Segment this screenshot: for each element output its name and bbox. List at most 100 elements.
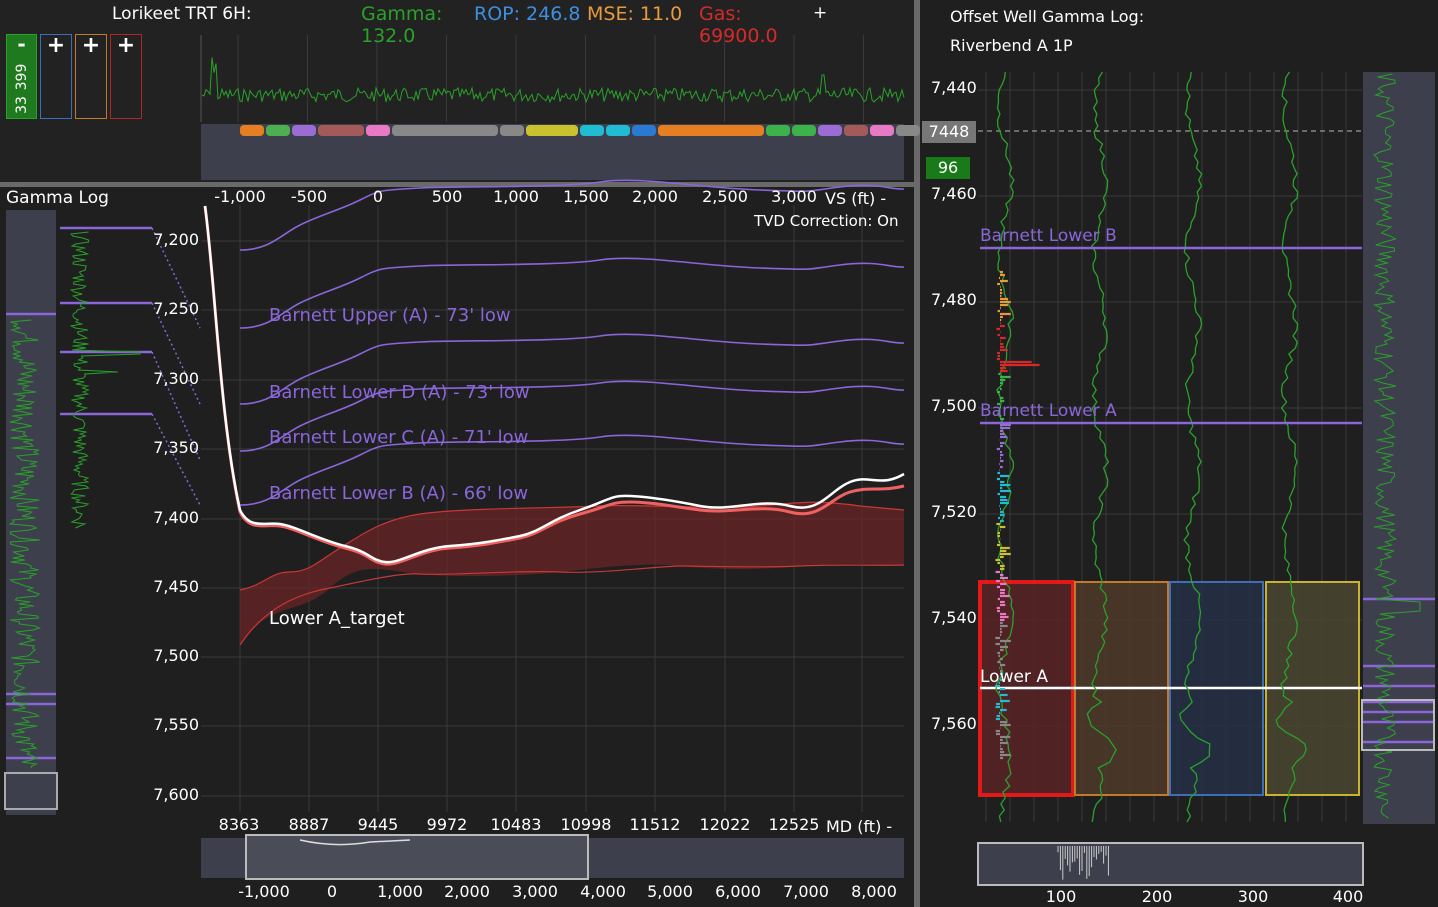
md-tick-label: 12022: [699, 815, 751, 834]
tvd-correction-status[interactable]: TVD Correction: On: [754, 212, 898, 230]
gamma-scale-box[interactable]: - 399 33: [6, 34, 37, 119]
gas-label: Gas:: [699, 3, 742, 25]
gamma-tick-label: 100: [1045, 887, 1077, 906]
cursor-gamma-badge: 96: [926, 157, 970, 179]
scrubber-tick-label: 1,000: [377, 882, 423, 901]
md-tick-label: 9445: [357, 815, 399, 834]
strip-segment: [844, 125, 868, 136]
md-tick-label: 12525: [768, 815, 820, 834]
formation-label: Barnett Lower C (A) - 71' low: [269, 427, 529, 448]
vs-tick-label: 2,000: [632, 187, 678, 206]
md-tick-label: 9972: [426, 815, 468, 834]
add-track-button-2[interactable]: +: [75, 34, 107, 119]
gamma-scale-min: 33: [14, 96, 30, 114]
vertical-splitter[interactable]: [914, 0, 920, 907]
tvd-tick-label: 7,250: [153, 299, 199, 318]
scrubber-tick-label: 2,000: [444, 882, 490, 901]
md-tick-label: 8363: [218, 815, 260, 834]
add-track-button-1[interactable]: +: [40, 34, 72, 119]
offset-depth-tick: 7,480: [931, 290, 977, 309]
strip-segment: [896, 125, 920, 136]
offset-target-label: Lower A: [980, 667, 1048, 687]
scrubber-tick-label: 5,000: [647, 882, 693, 901]
vs-tick-label: 500: [431, 187, 463, 206]
strip-segment: [792, 125, 816, 136]
md-axis-label: MD (ft) -: [826, 817, 893, 836]
offset-formation-label: Barnett Lower A: [980, 401, 1117, 421]
offset-well-name: Riverbend A 1P: [950, 36, 1073, 55]
offset-depth-tick: 7,520: [931, 502, 977, 521]
strip-segment: [526, 125, 578, 136]
scrubber-tick-label: -1,000: [238, 882, 290, 901]
strip-segment: [292, 125, 316, 136]
scrubber-tick-label: 6,000: [715, 882, 761, 901]
scrubber-tick-label: 4,000: [580, 882, 626, 901]
formation-color-strip: [240, 125, 966, 136]
gas-value: 69900.0: [699, 25, 778, 47]
add-track-button-3[interactable]: +: [110, 34, 142, 119]
scrubber-tick-label: 0: [326, 882, 338, 901]
tvd-tick-label: 7,500: [153, 646, 199, 665]
workspace-canvas: [0, 0, 1438, 907]
md-tick-label: 11512: [629, 815, 681, 834]
vs-tick-label: 2,500: [702, 187, 748, 206]
gamma-tick-label: 300: [1237, 887, 1269, 906]
strip-segment: [580, 125, 604, 136]
strip-segment: [240, 125, 264, 136]
cursor-depth-badge: 7448: [922, 121, 976, 143]
strip-segment: [632, 125, 656, 136]
offset-depth-tick: 7,440: [931, 78, 977, 97]
offset-depth-tick: 7,460: [931, 184, 977, 203]
scrubber-tick-label: 3,000: [512, 882, 558, 901]
md-tick-label: 10483: [490, 815, 542, 834]
scrubber-tick-label: 8,000: [851, 882, 897, 901]
gamma-log-title: Gamma Log: [6, 188, 109, 208]
offset-depth-tick: 7,500: [931, 396, 977, 415]
vs-tick-label: 1,000: [493, 187, 539, 206]
plus-icon: +: [46, 33, 66, 58]
tvd-tick-label: 7,200: [153, 230, 199, 249]
tvd-tick-label: 7,450: [153, 577, 199, 596]
tvd-tick-label: 7,350: [153, 438, 199, 457]
strip-segment: [500, 125, 524, 136]
gamma-tick-label: 400: [1332, 887, 1364, 906]
vs-tick-label: -500: [290, 187, 328, 206]
vs-axis-label: VS (ft) -: [825, 189, 887, 208]
gamma-label: Gamma:: [361, 3, 443, 25]
add-metric-button[interactable]: +: [813, 3, 827, 23]
tvd-tick-label: 7,550: [153, 715, 199, 734]
well-title: Lorikeet TRT 6H:: [112, 4, 252, 24]
strip-segment: [318, 125, 364, 136]
vs-tick-label: -1,000: [214, 187, 266, 206]
strip-segment: [392, 125, 498, 136]
gamma-value: 132.0: [361, 25, 416, 47]
formation-label: Barnett Lower B (A) - 66' low: [269, 483, 529, 504]
gamma-tick-label: 200: [1141, 887, 1173, 906]
vs-tick-label: 3,000: [771, 187, 817, 206]
rop-label: ROP: 246.8: [474, 3, 581, 25]
vs-tick-label: 0: [372, 187, 384, 206]
plus-icon: +: [116, 33, 136, 58]
target-label: Lower A_target: [269, 608, 405, 629]
plus-icon: +: [81, 33, 101, 58]
vs-tick-label: 1,500: [563, 187, 609, 206]
strip-segment: [606, 125, 630, 136]
strip-segment: [266, 125, 290, 136]
mse-label: MSE: 11.0: [587, 3, 683, 25]
offset-title: Offset Well Gamma Log:: [950, 7, 1145, 26]
strip-segment: [870, 125, 894, 136]
scrubber-window[interactable]: [245, 834, 589, 880]
tvd-tick-label: 7,400: [153, 508, 199, 527]
scrubber-tick-label: 7,000: [783, 882, 829, 901]
strip-segment: [818, 125, 842, 136]
offset-depth-tick: 7,540: [931, 608, 977, 627]
strip-segment: [366, 125, 390, 136]
strip-segment: [658, 125, 764, 136]
offset-formation-label: Barnett Lower B: [980, 226, 1117, 246]
offset-target-boxes: [978, 580, 1362, 797]
md-tick-label: 8887: [288, 815, 330, 834]
formation-label: Barnett Lower D (A) - 73' low: [269, 382, 530, 403]
formation-label: Barnett Upper (A) - 73' low: [269, 305, 511, 326]
gamma-histogram-slider[interactable]: [977, 842, 1364, 886]
tvd-tick-label: 7,300: [153, 369, 199, 388]
